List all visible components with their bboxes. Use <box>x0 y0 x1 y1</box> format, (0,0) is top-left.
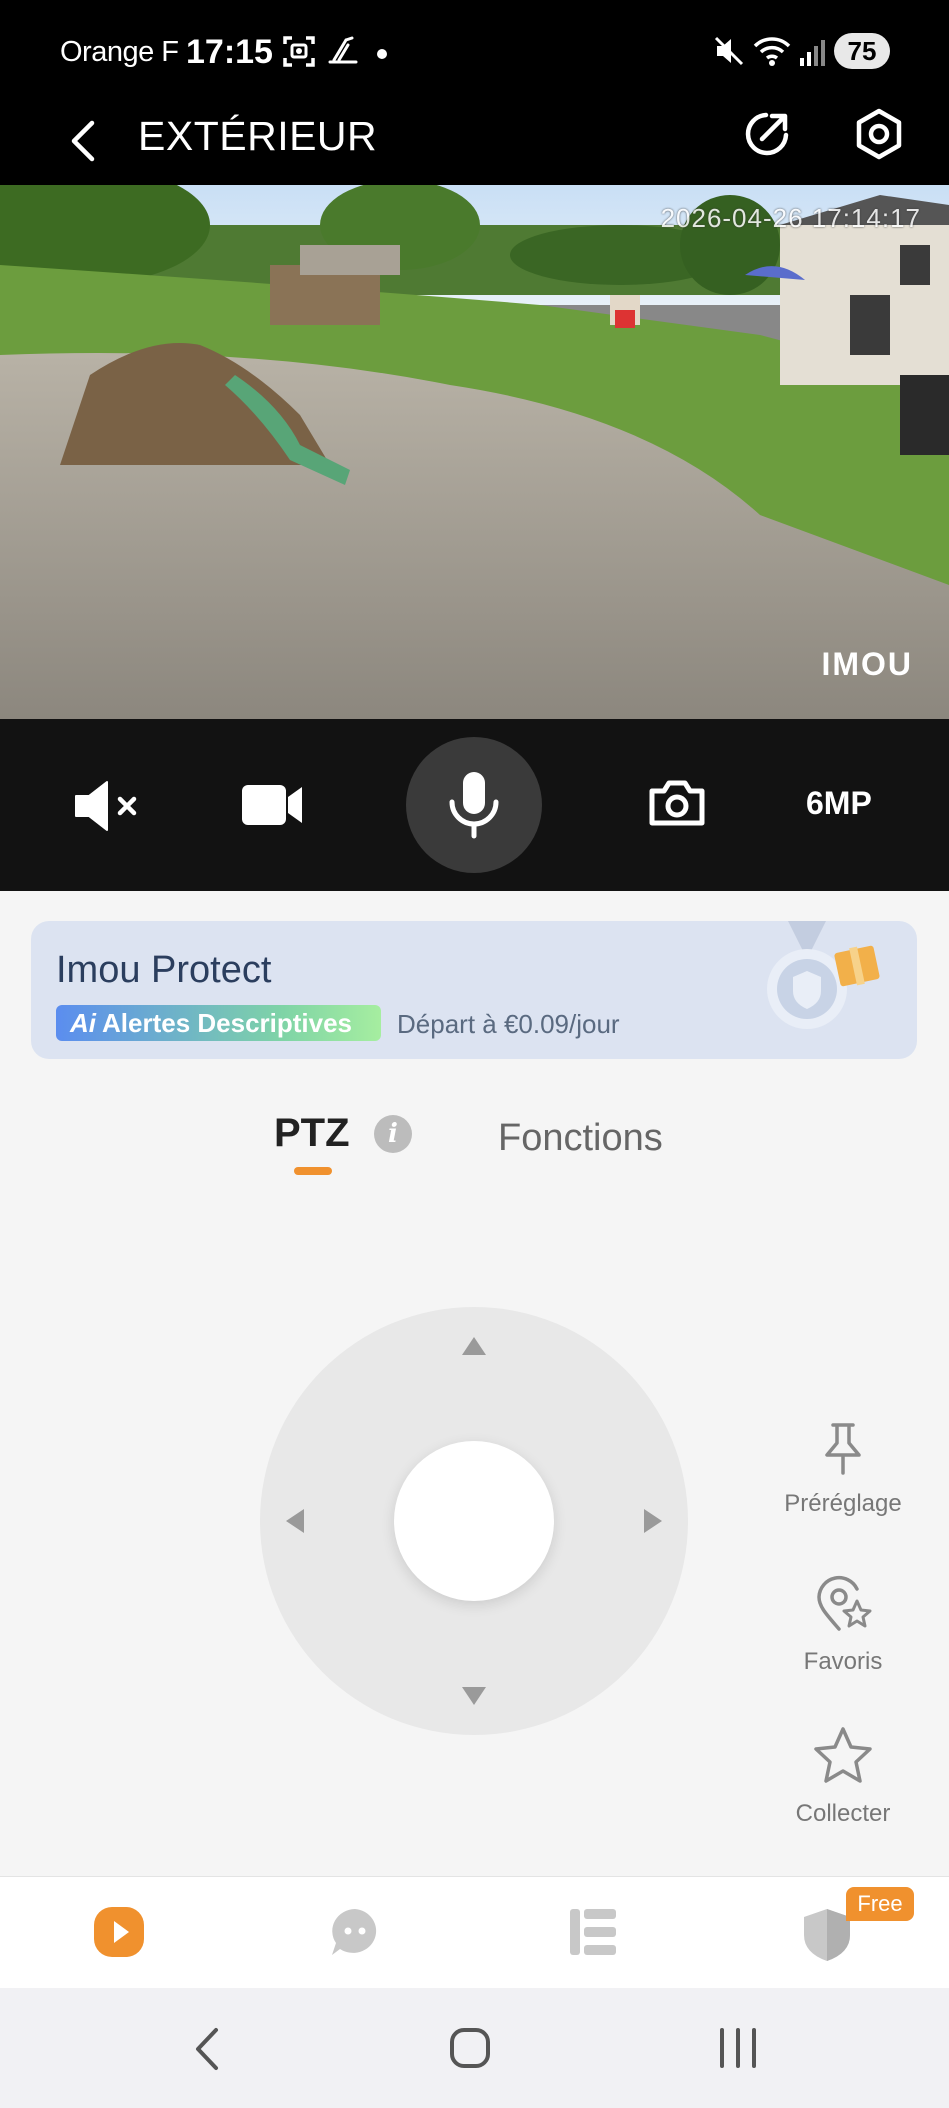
pin-icon <box>825 1423 861 1475</box>
pan-down-arrow-icon[interactable] <box>462 1687 486 1705</box>
favorites-label: Favoris <box>803 1648 883 1675</box>
ai-alerts-chip: Ai Alertes Descriptives <box>56 1005 381 1041</box>
nav-back-icon[interactable] <box>188 2024 228 2079</box>
list-tab-icon[interactable] <box>566 1905 620 1964</box>
star-icon <box>814 1727 872 1783</box>
promo-title: Imou Protect <box>56 949 272 991</box>
battery-level: 75 <box>834 33 890 69</box>
location-star-icon <box>817 1575 872 1631</box>
info-icon[interactable]: i <box>374 1115 412 1153</box>
snapshot-camera-icon[interactable] <box>648 777 706 834</box>
tab-ptz[interactable]: PTZ <box>274 1111 350 1156</box>
panel-tabs: PTZ i Fonctions <box>0 1111 949 1181</box>
mute-icon <box>712 34 746 73</box>
preset-label: Préréglage <box>784 1490 902 1517</box>
nav-home-icon[interactable] <box>448 2024 492 2077</box>
active-tab-indicator <box>294 1167 332 1175</box>
nav-recents-icon[interactable] <box>716 2024 760 2077</box>
chip-label: Alertes Descriptives <box>102 1008 353 1038</box>
preset-button[interactable]: Préréglage <box>763 1421 923 1518</box>
record-video-icon[interactable] <box>240 779 304 836</box>
back-button[interactable] <box>62 109 102 178</box>
resolution-toggle[interactable]: 6MP <box>806 785 872 822</box>
imou-protect-banner[interactable]: Imou Protect Ai Alertes Descriptives Dépa… <box>31 921 917 1059</box>
signal-icon <box>798 34 828 73</box>
pan-right-arrow-icon[interactable] <box>644 1509 662 1533</box>
chat-tab-icon[interactable] <box>328 1905 382 1964</box>
screenshot-icon <box>282 34 316 73</box>
speaker-muted-icon[interactable] <box>72 779 144 838</box>
live-tab-play-icon[interactable] <box>92 1905 146 1964</box>
app-header: EXTÉRIEUR <box>0 105 949 185</box>
microphone-icon <box>449 772 499 839</box>
carrier-name: Orange F <box>60 36 179 68</box>
share-button[interactable] <box>740 107 794 166</box>
medal-gift-icon <box>767 921 880 1029</box>
imou-watermark: IMOU <box>821 646 913 682</box>
status-bar: Orange F 17:15 75 <box>0 0 949 105</box>
collect-label: Collecter <box>795 1800 891 1827</box>
free-badge: Free <box>846 1887 914 1921</box>
video-timestamp: 2026-04-26 17:14:17 <box>660 203 921 233</box>
dot-icon <box>376 47 388 65</box>
app-notification-icon <box>326 34 360 73</box>
video-controls: 6MP <box>0 719 949 891</box>
promo-price: Départ à €0.09/jour <box>397 1009 620 1039</box>
camera-scene-image <box>0 185 949 719</box>
bottom-tab-bar: Free <box>0 1876 949 1988</box>
pan-left-arrow-icon[interactable] <box>286 1509 304 1533</box>
page-title: EXTÉRIEUR <box>138 113 378 159</box>
ptz-joystick[interactable] <box>260 1307 688 1735</box>
pan-up-arrow-icon[interactable] <box>462 1337 486 1355</box>
ai-icon: Ai <box>70 1008 96 1038</box>
tab-functions[interactable]: Fonctions <box>498 1117 663 1160</box>
collect-button[interactable]: Collecter <box>763 1725 923 1828</box>
wifi-icon <box>752 34 792 73</box>
control-panel: Imou Protect Ai Alertes Descriptives Dépa… <box>0 891 949 1876</box>
system-nav-bar <box>0 1988 949 2108</box>
joystick-knob[interactable] <box>394 1441 554 1601</box>
settings-gear-icon[interactable] <box>852 107 906 166</box>
status-time: 17:15 <box>186 33 273 71</box>
live-video-feed[interactable]: 2026-04-26 17:14:17 IMOU <box>0 185 949 719</box>
favorites-button[interactable]: Favoris <box>763 1575 923 1676</box>
talk-button[interactable] <box>406 737 542 873</box>
